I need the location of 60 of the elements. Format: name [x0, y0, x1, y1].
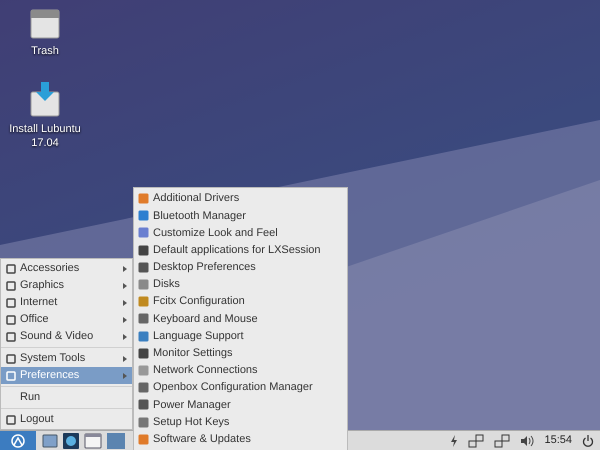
menu-item[interactable]: Software & Updates	[134, 430, 347, 448]
submenu-arrow-icon	[123, 300, 127, 306]
volume-icon[interactable]	[520, 434, 534, 446]
menu-item[interactable]: Logout	[1, 411, 132, 428]
window-icon[interactable]	[84, 432, 102, 448]
desktop-icon-label[interactable]: Install Lubuntu 17.04	[5, 122, 85, 150]
menu-item[interactable]: Setup Hot Keys	[134, 413, 347, 431]
submenu-arrow-icon	[123, 316, 127, 322]
application-icon	[138, 279, 149, 290]
application-icon	[138, 330, 149, 342]
application-icon	[138, 348, 149, 359]
application-icon	[138, 227, 149, 238]
application-icon	[138, 210, 149, 222]
menu-item[interactable]: Internet	[1, 294, 132, 311]
menu-item[interactable]: System Tools	[1, 350, 132, 367]
logo-icon	[11, 434, 25, 448]
menu-item[interactable]: Graphics	[1, 277, 132, 294]
menu-item[interactable]: Additional Drivers	[134, 190, 347, 208]
menu-item[interactable]: Run	[1, 389, 132, 406]
application-icon	[138, 244, 149, 256]
trash-icon[interactable]	[29, 8, 61, 40]
menu-item[interactable]: Keyboard and Mouse	[134, 310, 347, 328]
window-button[interactable]	[107, 432, 125, 448]
menu-item[interactable]: Office	[1, 311, 132, 328]
menu-item[interactable]: Language Support	[134, 328, 347, 345]
menu-item[interactable]: Openbox Configuration Manager	[134, 379, 347, 396]
category-icon	[6, 414, 16, 424]
start-button[interactable]	[0, 430, 36, 450]
menu-item[interactable]: Power Manager	[134, 396, 347, 414]
lightning-icon[interactable]	[450, 434, 458, 446]
application-icon	[138, 296, 149, 308]
application-icon	[138, 262, 149, 273]
menu-item[interactable]: Bluetooth Manager	[134, 207, 347, 224]
menu-item[interactable]: Disks	[134, 276, 347, 294]
application-icon	[138, 382, 149, 394]
menu-item[interactable]: Accessories	[1, 260, 132, 277]
network-icon[interactable]	[494, 434, 510, 448]
application-icon	[138, 434, 149, 445]
application-icon	[138, 416, 149, 428]
power-icon[interactable]	[582, 434, 594, 446]
menu-item[interactable]: Desktop Preferences	[134, 258, 347, 276]
application-icon	[138, 364, 149, 376]
clock[interactable]: 15:54	[544, 432, 572, 449]
menu-item[interactable]: Default applications for LXSession	[134, 242, 347, 259]
menu-item[interactable]: Fcitx Configuration	[134, 293, 347, 310]
menu-item[interactable]: Customize Look and Feel	[134, 224, 347, 242]
desktop-icon-label[interactable]: Trash	[5, 44, 85, 58]
submenu-arrow-icon	[123, 266, 127, 272]
menu-item[interactable]: Network Connections	[134, 362, 347, 380]
network-icon[interactable]	[468, 434, 484, 448]
drive-download-icon[interactable]	[29, 82, 61, 118]
submenu-arrow-icon	[123, 334, 127, 340]
application-icon	[138, 313, 149, 324]
submenu-arrow-icon	[123, 282, 127, 288]
submenu-arrow-icon	[123, 356, 127, 362]
menu-item[interactable]: Sound & Video	[1, 328, 132, 345]
submenu-arrow-icon	[123, 372, 127, 378]
application-icon	[138, 193, 149, 204]
menu-item[interactable]: Monitor Settings	[134, 344, 347, 362]
application-icon	[138, 399, 149, 410]
